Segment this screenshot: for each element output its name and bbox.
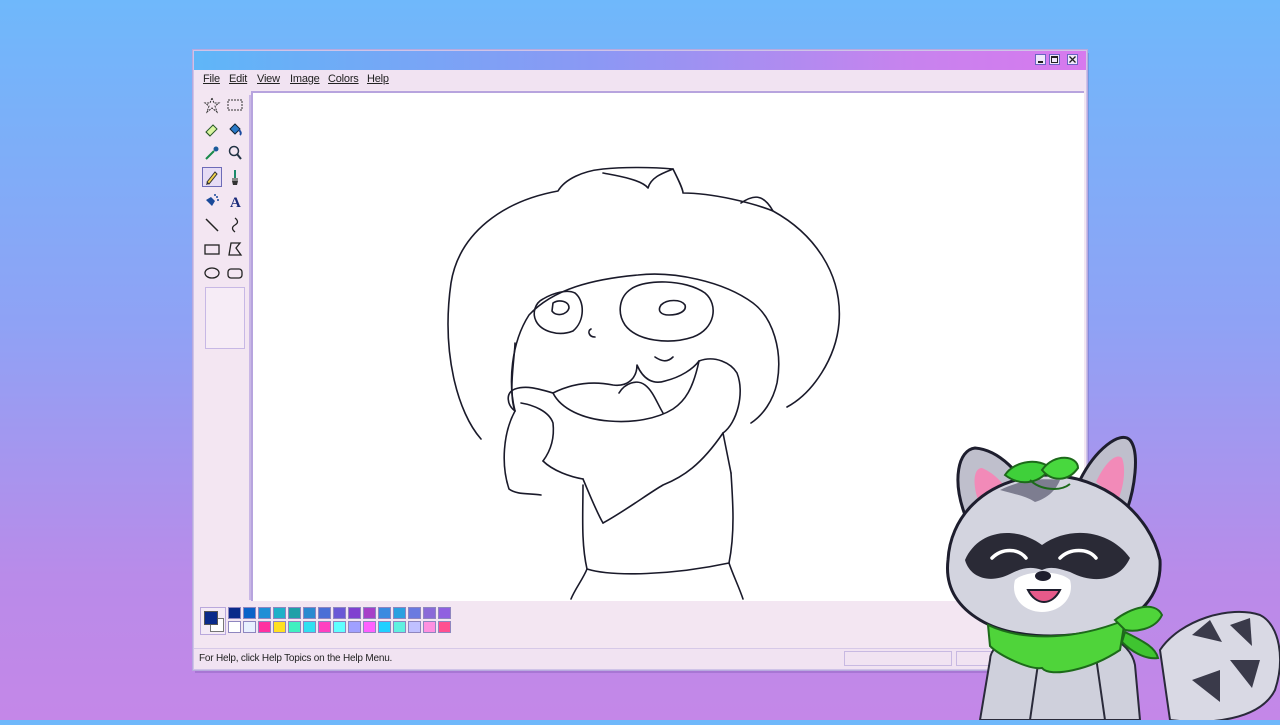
palette-color-swatch[interactable] <box>258 607 271 619</box>
status-help-text: For Help, click Help Topics on the Help … <box>199 653 393 664</box>
airbrush-icon <box>206 194 219 206</box>
palette-color-swatch[interactable] <box>423 607 436 619</box>
rectangle-select-tool[interactable] <box>225 95 245 115</box>
palette-color-swatch[interactable] <box>438 621 451 633</box>
raccoon-mascot <box>930 420 1280 723</box>
palette-color-swatch[interactable] <box>303 621 316 633</box>
airbrush-tool[interactable] <box>202 191 222 211</box>
text-icon: A <box>230 195 241 210</box>
polygon-tool[interactable] <box>225 239 245 259</box>
rounded-rectangle-icon <box>227 268 243 279</box>
rectangle-icon <box>204 244 220 255</box>
palette-color-swatch[interactable] <box>333 607 346 619</box>
palette-color-swatch[interactable] <box>273 621 286 633</box>
tool-options-box[interactable] <box>205 287 245 349</box>
foreground-color-swatch <box>204 611 218 625</box>
pencil-icon <box>206 171 218 185</box>
minimize-icon <box>1038 61 1043 63</box>
rounded-rectangle-tool[interactable] <box>225 263 245 283</box>
palette-color-swatch[interactable] <box>393 607 406 619</box>
fill-tool[interactable] <box>225 119 245 139</box>
ellipse-icon <box>204 267 220 279</box>
svg-text:A: A <box>230 195 241 210</box>
palette-color-swatch[interactable] <box>273 607 286 619</box>
tool-box: A <box>202 95 251 600</box>
curve-tool[interactable] <box>225 215 245 235</box>
magnifier-icon <box>228 145 242 160</box>
palette-color-swatch[interactable] <box>243 607 256 619</box>
maximize-button[interactable] <box>1049 54 1060 65</box>
menu-file[interactable]: File <box>203 73 220 85</box>
eraser-icon <box>205 124 218 137</box>
menu-edit[interactable]: Edit <box>229 73 247 85</box>
pencil-tool[interactable] <box>202 167 222 187</box>
eyedropper-icon <box>205 146 219 160</box>
palette-color-swatch[interactable] <box>363 621 376 633</box>
palette-color-swatch[interactable] <box>288 607 301 619</box>
rect-select-icon <box>227 99 243 111</box>
menu-colors[interactable]: Colors <box>328 73 359 85</box>
close-icon <box>1069 56 1076 63</box>
close-button[interactable] <box>1067 54 1078 65</box>
menu-help[interactable]: Help <box>367 73 389 85</box>
free-form-select-tool[interactable] <box>202 95 222 115</box>
minimize-button[interactable] <box>1035 54 1046 65</box>
palette-color-swatch[interactable] <box>348 607 361 619</box>
menu-view[interactable]: View <box>257 73 280 85</box>
palette-color-swatch[interactable] <box>408 607 421 619</box>
title-bar[interactable] <box>194 51 1086 70</box>
palette-color-swatch[interactable] <box>258 621 271 633</box>
menu-bar: File Edit View Image Colors Help <box>194 70 1086 90</box>
palette-color-swatch[interactable] <box>288 621 301 633</box>
ellipse-tool[interactable] <box>202 263 222 283</box>
star-select-icon <box>203 96 221 114</box>
palette-color-swatch[interactable] <box>228 621 241 633</box>
eraser-tool[interactable] <box>202 119 222 139</box>
palette-color-swatch[interactable] <box>318 621 331 633</box>
brush-tool[interactable] <box>225 167 245 187</box>
color-picker-tool[interactable] <box>202 143 222 163</box>
maximize-icon <box>1051 56 1058 63</box>
palette-color-swatch[interactable] <box>348 621 361 633</box>
palette-color-swatch[interactable] <box>423 621 436 633</box>
palette-color-swatch[interactable] <box>228 607 241 619</box>
magnifier-tool[interactable] <box>225 143 245 163</box>
current-colors-indicator[interactable] <box>200 607 226 635</box>
palette-color-swatch[interactable] <box>393 621 406 633</box>
line-tool[interactable] <box>202 215 222 235</box>
polygon-icon <box>228 242 243 256</box>
palette-color-swatch[interactable] <box>318 607 331 619</box>
palette-color-swatch[interactable] <box>378 621 391 633</box>
rectangle-tool[interactable] <box>202 239 222 259</box>
line-icon <box>205 218 219 232</box>
curve-icon <box>231 217 239 233</box>
text-tool[interactable]: A <box>225 191 245 211</box>
palette-color-swatch[interactable] <box>378 607 391 619</box>
menu-image[interactable]: Image <box>290 73 320 85</box>
palette-color-swatch[interactable] <box>243 621 256 633</box>
paint-bucket-icon <box>229 123 242 136</box>
palette-color-swatch[interactable] <box>438 607 451 619</box>
brush-icon <box>232 170 238 185</box>
palette-color-swatch[interactable] <box>303 607 316 619</box>
palette-color-swatch[interactable] <box>333 621 346 633</box>
palette-color-swatch[interactable] <box>408 621 421 633</box>
palette-color-swatch[interactable] <box>363 607 376 619</box>
